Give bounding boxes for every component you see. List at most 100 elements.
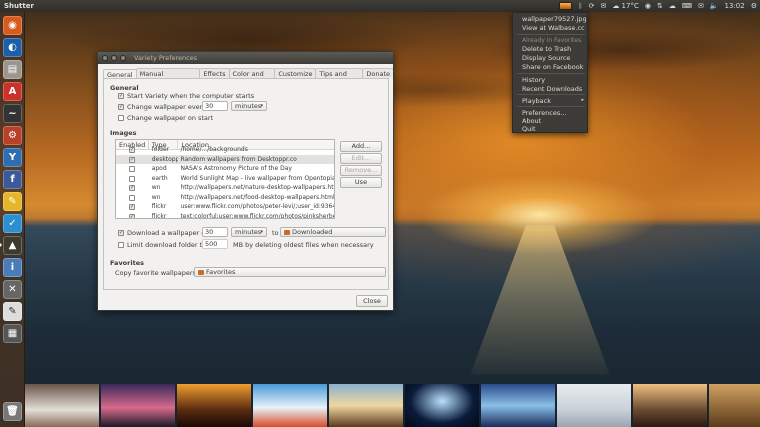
software-center-icon[interactable]: A <box>3 82 22 101</box>
download-folder-select[interactable]: Downloaded <box>280 227 386 237</box>
download-folder-name: Downloaded <box>292 228 333 236</box>
favorites-folder-select[interactable]: Favorites <box>194 267 386 277</box>
menu-item-recent-downloads[interactable]: Recent Downloads <box>522 85 582 93</box>
eye-icon[interactable]: ◉ <box>645 0 651 12</box>
network-icon[interactable]: ⇅ <box>657 0 663 12</box>
download-interval-input[interactable]: 30 <box>202 227 228 237</box>
thumbnail[interactable] <box>101 384 175 427</box>
menu-item-display-source[interactable]: Display Source <box>522 54 570 62</box>
thumbnail[interactable] <box>253 384 327 427</box>
chat-icon[interactable]: ✉ <box>600 0 606 12</box>
menu-item-share[interactable]: Share on Facebook <box>522 63 584 71</box>
tab-manual-downloading[interactable]: Manual downloading <box>135 68 201 88</box>
table-row[interactable]: apod NASA's Astronomy Picture of the Day <box>116 164 334 174</box>
menu-item-playback[interactable]: Playback <box>522 97 551 105</box>
table-row[interactable]: ✓ desktopprRandom wallpapers from Desktop… <box>116 154 334 164</box>
thumbnail[interactable] <box>557 384 631 427</box>
facebook-icon[interactable]: f <box>3 170 22 189</box>
thumbnail[interactable] <box>405 384 479 427</box>
weather-indicator[interactable]: ☁ 17°C <box>612 0 639 12</box>
source-enabled-checkbox[interactable]: ✓ <box>129 204 135 210</box>
source-enabled-checkbox[interactable]: ✓ <box>129 213 135 218</box>
text-editor-icon[interactable]: ✎ <box>3 302 22 321</box>
variety-icon[interactable]: ▲ <box>3 236 22 255</box>
change-every-checkbox[interactable]: ✓ <box>118 104 124 110</box>
tab-customize[interactable]: Customize <box>274 68 317 78</box>
source-enabled-checkbox[interactable] <box>129 166 135 172</box>
table-row[interactable]: ✓ wn http://wallpapers.net/nature-desktop-… <box>116 183 334 193</box>
source-enabled-checkbox[interactable] <box>129 194 135 201</box>
tasks-icon[interactable]: ✓ <box>3 214 22 233</box>
thumbnail[interactable] <box>177 384 251 427</box>
mail-icon[interactable]: ✉ <box>698 0 704 12</box>
source-enabled-cell <box>116 174 149 184</box>
menu-item-quit[interactable]: Quit <box>522 125 536 133</box>
notes-icon[interactable]: ✎ <box>3 192 22 211</box>
use-source-button[interactable]: Use <box>340 177 382 188</box>
change-unit-value: minutes <box>235 102 262 110</box>
menu-item-delete[interactable]: Delete to Trash <box>522 45 571 53</box>
workspaces-icon[interactable]: ▦ <box>3 324 22 343</box>
maximize-window-icon[interactable] <box>120 55 126 61</box>
thumbnail[interactable] <box>709 384 760 427</box>
power-icon[interactable]: ⚙ <box>751 0 757 12</box>
menu-separator <box>517 73 585 74</box>
menu-item-history[interactable]: History <box>522 76 545 84</box>
variety-indicator-icon[interactable] <box>559 2 573 10</box>
tab-color-and-size[interactable]: Color and size <box>228 68 276 88</box>
add-source-button[interactable]: Add... <box>340 141 382 152</box>
tab-tips-and-tricks[interactable]: Tips and tricks <box>315 68 364 88</box>
firefox-icon[interactable]: ◐ <box>3 38 22 57</box>
clock[interactable]: 13:02 <box>725 0 745 12</box>
system-monitor-icon[interactable]: ~ <box>3 104 22 123</box>
dash-home-icon[interactable]: ◉ <box>3 16 22 35</box>
thumbnail[interactable] <box>25 384 99 427</box>
edit-source-button[interactable]: Edit... <box>340 153 382 164</box>
table-row[interactable]: earth World Sunlight Map - live wallpaper… <box>116 174 334 184</box>
menu-item-view-at[interactable]: View at Walbase.cc <box>522 24 585 32</box>
download-unit-select[interactable]: minutes ▾ <box>231 227 267 237</box>
source-enabled-cell <box>116 164 149 174</box>
yammer-icon[interactable]: Y <box>3 148 22 167</box>
indicator-area: ᛒ ⟳ ✉ ☁ 17°C ◉ ⇅ ☁ ⌨ ✉ 🔈 13:02 ⚙ <box>559 0 757 12</box>
volume-icon[interactable]: 🔈 <box>710 0 719 12</box>
tab-effects[interactable]: Effects <box>199 68 230 78</box>
source-enabled-cell: ✓ <box>116 145 149 155</box>
thumbnail[interactable] <box>633 384 707 427</box>
change-on-start-checkbox[interactable] <box>118 115 124 121</box>
minimize-window-icon[interactable] <box>111 55 117 61</box>
menu-item-filename[interactable]: wallpaper79527.jpg <box>522 15 587 23</box>
bluetooth-icon[interactable]: ᛒ <box>578 0 582 12</box>
source-enabled-checkbox[interactable]: ✓ <box>129 185 135 191</box>
thumbnail[interactable] <box>329 384 403 427</box>
source-enabled-checkbox[interactable]: ✓ <box>129 147 135 153</box>
table-row[interactable]: wn http://wallpapers.net/food-desktop-wal… <box>116 193 334 203</box>
menu-item-preferences[interactable]: Preferences... <box>522 109 566 117</box>
trash-icon[interactable]: 🗑 <box>3 402 22 421</box>
download-every-checkbox[interactable]: ✓ <box>118 230 124 236</box>
tab-donate[interactable]: Donate <box>362 68 393 78</box>
source-enabled-checkbox[interactable] <box>129 175 135 182</box>
sync-icon[interactable]: ⟳ <box>589 0 595 12</box>
start-on-boot-checkbox[interactable]: ✓ <box>118 93 124 99</box>
table-row[interactable]: ✓ flickr user:www.flickr.com/photos/peter-… <box>116 202 334 212</box>
table-row[interactable]: ✓ flickr text:colorful;user:www.flickr.com… <box>116 212 334 218</box>
thumbnail[interactable] <box>481 384 555 427</box>
settings-icon[interactable]: ⚙ <box>3 126 22 145</box>
remove-source-button[interactable]: Remove... <box>340 165 382 176</box>
cloud-icon[interactable]: ☁ <box>669 0 676 12</box>
close-button[interactable]: Close <box>356 295 388 307</box>
close-window-icon[interactable] <box>102 55 108 61</box>
files-icon[interactable]: ▤ <box>3 60 22 79</box>
info-icon[interactable]: i <box>3 258 22 277</box>
limit-size-input[interactable]: 500 <box>202 239 228 249</box>
menu-item-about[interactable]: About <box>522 117 541 125</box>
limit-folder-checkbox[interactable] <box>118 242 124 248</box>
menu-item-already-in-favorites: Already in Favorites <box>522 37 582 44</box>
tools-icon[interactable]: ✕ <box>3 280 22 299</box>
keyboard-icon[interactable]: ⌨ <box>682 0 692 12</box>
source-location-cell: http://wallpapers.net/nature-desktop-wal… <box>180 184 334 191</box>
source-enabled-checkbox[interactable]: ✓ <box>129 156 135 163</box>
change-interval-input[interactable]: 30 <box>202 101 228 111</box>
change-unit-select[interactable]: minutes ▾ <box>231 101 267 111</box>
